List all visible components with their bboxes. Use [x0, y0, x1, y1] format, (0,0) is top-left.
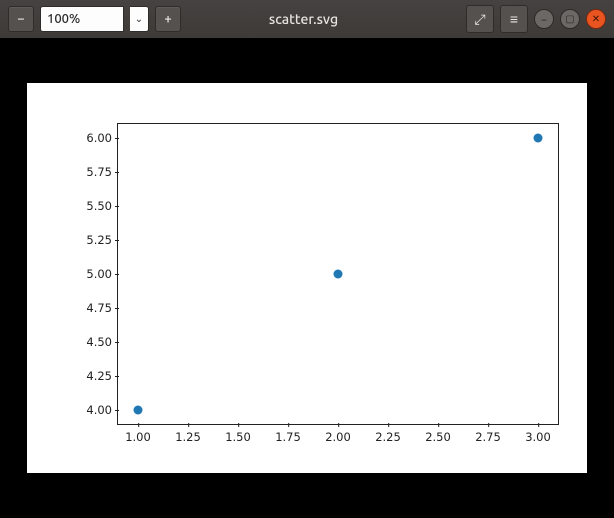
minimize-icon: – [542, 14, 547, 25]
x-tick-label: 3.00 [525, 424, 551, 444]
x-tick-label: 1.00 [125, 424, 151, 444]
y-tick-label: 6.00 [52, 131, 118, 145]
zoom-out-button[interactable]: − [8, 6, 34, 32]
y-tick-label: 5.50 [52, 199, 118, 213]
fullscreen-button[interactable]: ⤢ [466, 5, 494, 33]
y-tick-label: 4.00 [52, 403, 118, 417]
titlebar: − 100% ⌄ + scatter.svg ⤢ ≡ – ▢ ✕ [0, 0, 614, 38]
x-tick-label: 1.50 [225, 424, 251, 444]
window-close-button[interactable]: ✕ [586, 9, 606, 29]
y-tick-label: 5.75 [52, 165, 118, 179]
hamburger-icon: ≡ [510, 11, 518, 27]
close-icon: ✕ [592, 13, 600, 25]
titlebar-right-controls: ⤢ ≡ – ▢ ✕ [466, 5, 606, 33]
window-maximize-button[interactable]: ▢ [560, 9, 580, 29]
zoom-in-button[interactable]: + [155, 6, 181, 32]
x-tick-label: 2.75 [475, 424, 501, 444]
y-tick-label: 5.25 [52, 233, 118, 247]
window-title: scatter.svg [187, 11, 460, 27]
y-tick-label: 4.75 [52, 301, 118, 315]
x-tick-label: 2.25 [375, 424, 401, 444]
zoom-level-field[interactable]: 100% [40, 6, 124, 32]
x-tick-label: 2.00 [325, 424, 351, 444]
zoom-dropdown-button[interactable]: ⌄ [130, 6, 149, 32]
data-point [134, 406, 143, 415]
x-tick-label: 2.50 [425, 424, 451, 444]
x-tick-label: 1.25 [175, 424, 201, 444]
y-tick-label: 5.00 [52, 267, 118, 281]
maximize-icon: ▢ [565, 13, 574, 25]
window-minimize-button[interactable]: – [534, 9, 554, 29]
data-point [334, 270, 343, 279]
app-window: − 100% ⌄ + scatter.svg ⤢ ≡ – ▢ ✕ [0, 0, 614, 518]
chart-axes: 4.004.254.504.755.005.255.505.756.001.00… [117, 123, 559, 425]
content-area[interactable]: 4.00 4.25 4.50 4.75 5.00 5.25 5.50 5.75 6.00 1.00… [0, 38, 614, 518]
x-tick-label: 1.75 [275, 424, 301, 444]
data-point [534, 133, 543, 142]
expand-icon: ⤢ [474, 11, 485, 28]
chart-canvas: 4.00 4.25 4.50 4.75 5.00 5.25 5.50 5.75 6.00 1.00… [27, 83, 587, 473]
chevron-down-icon: ⌄ [135, 13, 143, 25]
y-tick-label: 4.50 [52, 335, 118, 349]
y-tick-label: 4.25 [52, 369, 118, 383]
menu-button[interactable]: ≡ [500, 5, 528, 33]
